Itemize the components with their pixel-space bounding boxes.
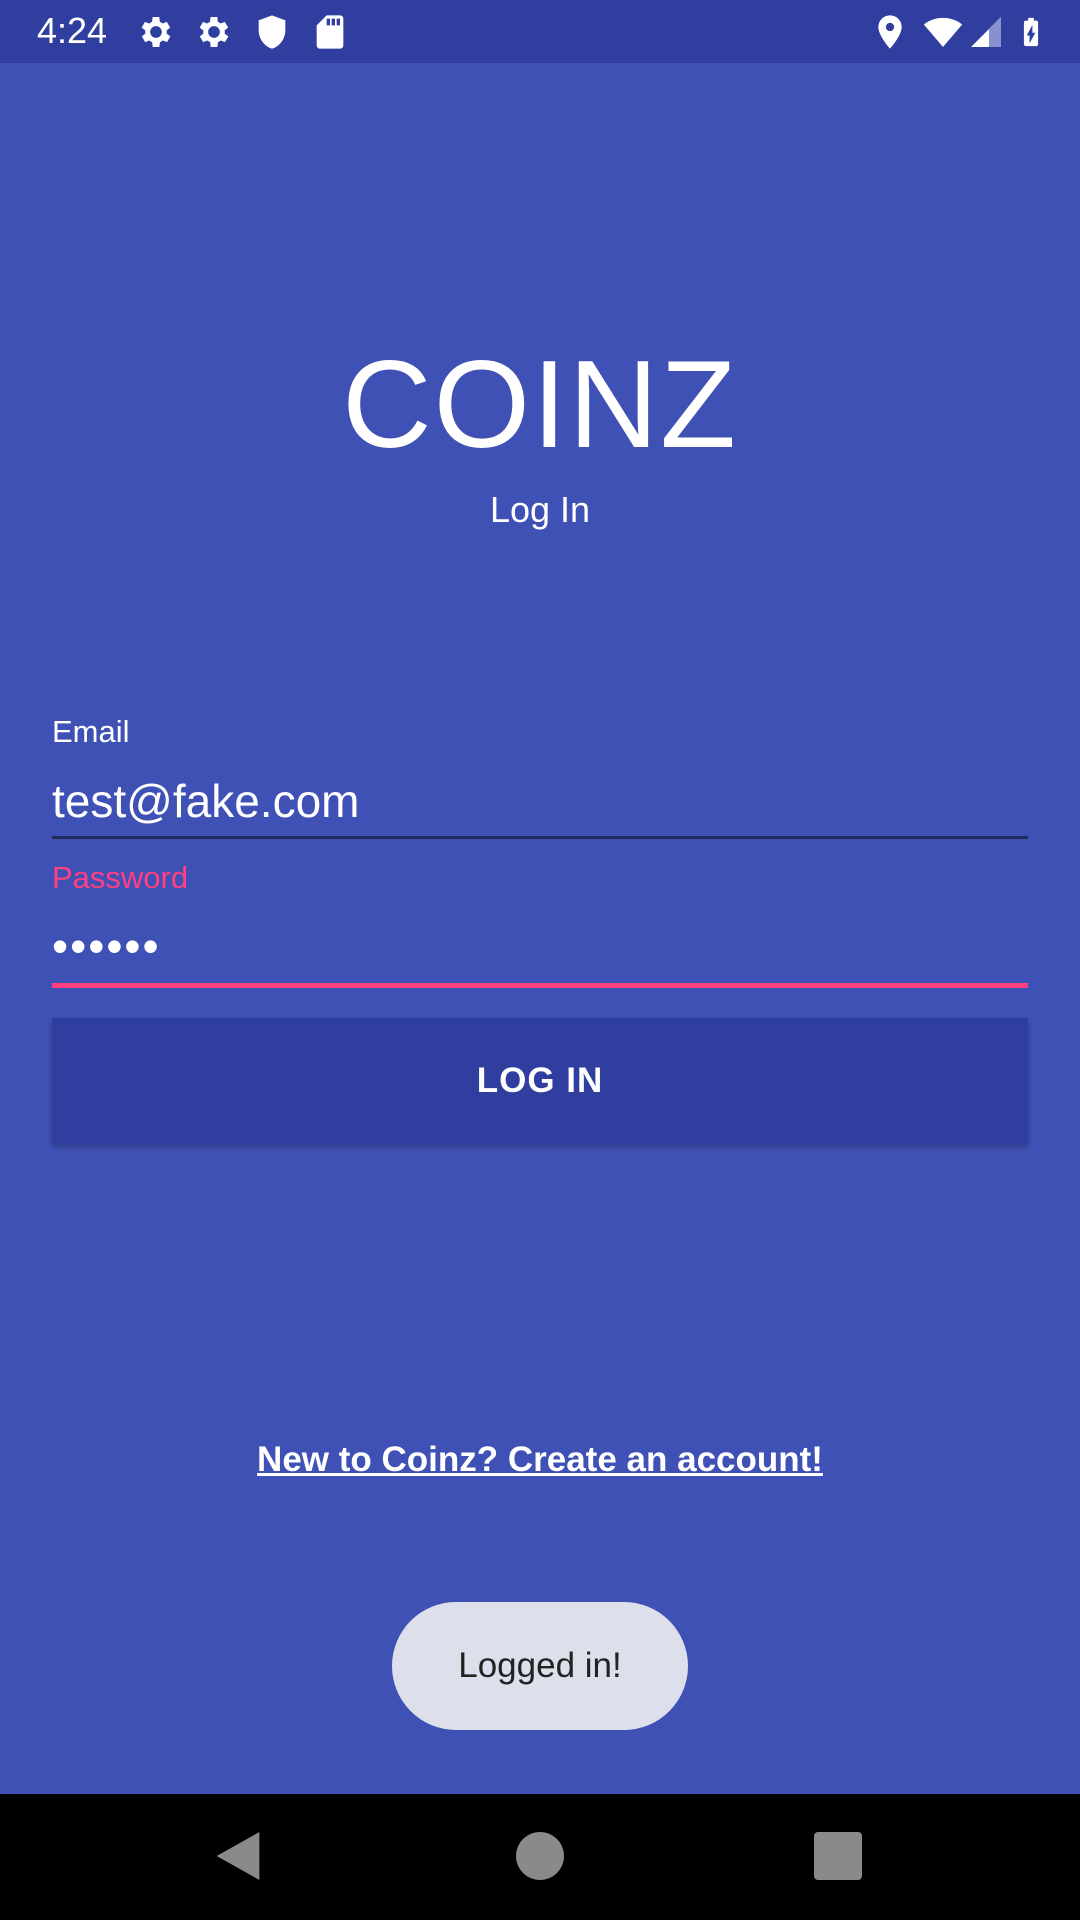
login-screen: 4:24 COINZ Log In Email test@fake.com Pa… bbox=[0, 0, 1080, 1920]
home-icon[interactable] bbox=[508, 1824, 572, 1888]
shield-icon bbox=[252, 12, 292, 52]
password-label: Password bbox=[52, 860, 189, 895]
password-field[interactable]: •••••• bbox=[52, 918, 161, 974]
email-field[interactable]: test@fake.com bbox=[52, 773, 359, 829]
recents-icon[interactable] bbox=[806, 1824, 870, 1888]
wifi-icon bbox=[920, 12, 966, 52]
navigation-bar bbox=[0, 1794, 1080, 1920]
email-field-underline bbox=[52, 836, 1028, 839]
app-title: COINZ bbox=[342, 336, 738, 474]
toast-message: Logged in! bbox=[392, 1602, 688, 1730]
password-field-underline bbox=[52, 983, 1028, 988]
status-time: 4:24 bbox=[37, 10, 108, 51]
settings-icon bbox=[194, 12, 234, 52]
back-icon[interactable] bbox=[206, 1824, 270, 1888]
status-bar: 4:24 bbox=[0, 0, 1080, 63]
settings-icon bbox=[136, 12, 176, 52]
sd-card-icon bbox=[310, 12, 350, 52]
page-subtitle: Log In bbox=[489, 489, 591, 530]
email-label: Email bbox=[52, 714, 130, 749]
location-icon bbox=[870, 12, 910, 52]
login-button[interactable]: LOG IN bbox=[52, 1018, 1028, 1144]
create-account-link[interactable]: New to Coinz? Create an account! bbox=[0, 1438, 1080, 1482]
signal-icon bbox=[968, 12, 1004, 52]
battery-charging-icon bbox=[1014, 12, 1048, 52]
